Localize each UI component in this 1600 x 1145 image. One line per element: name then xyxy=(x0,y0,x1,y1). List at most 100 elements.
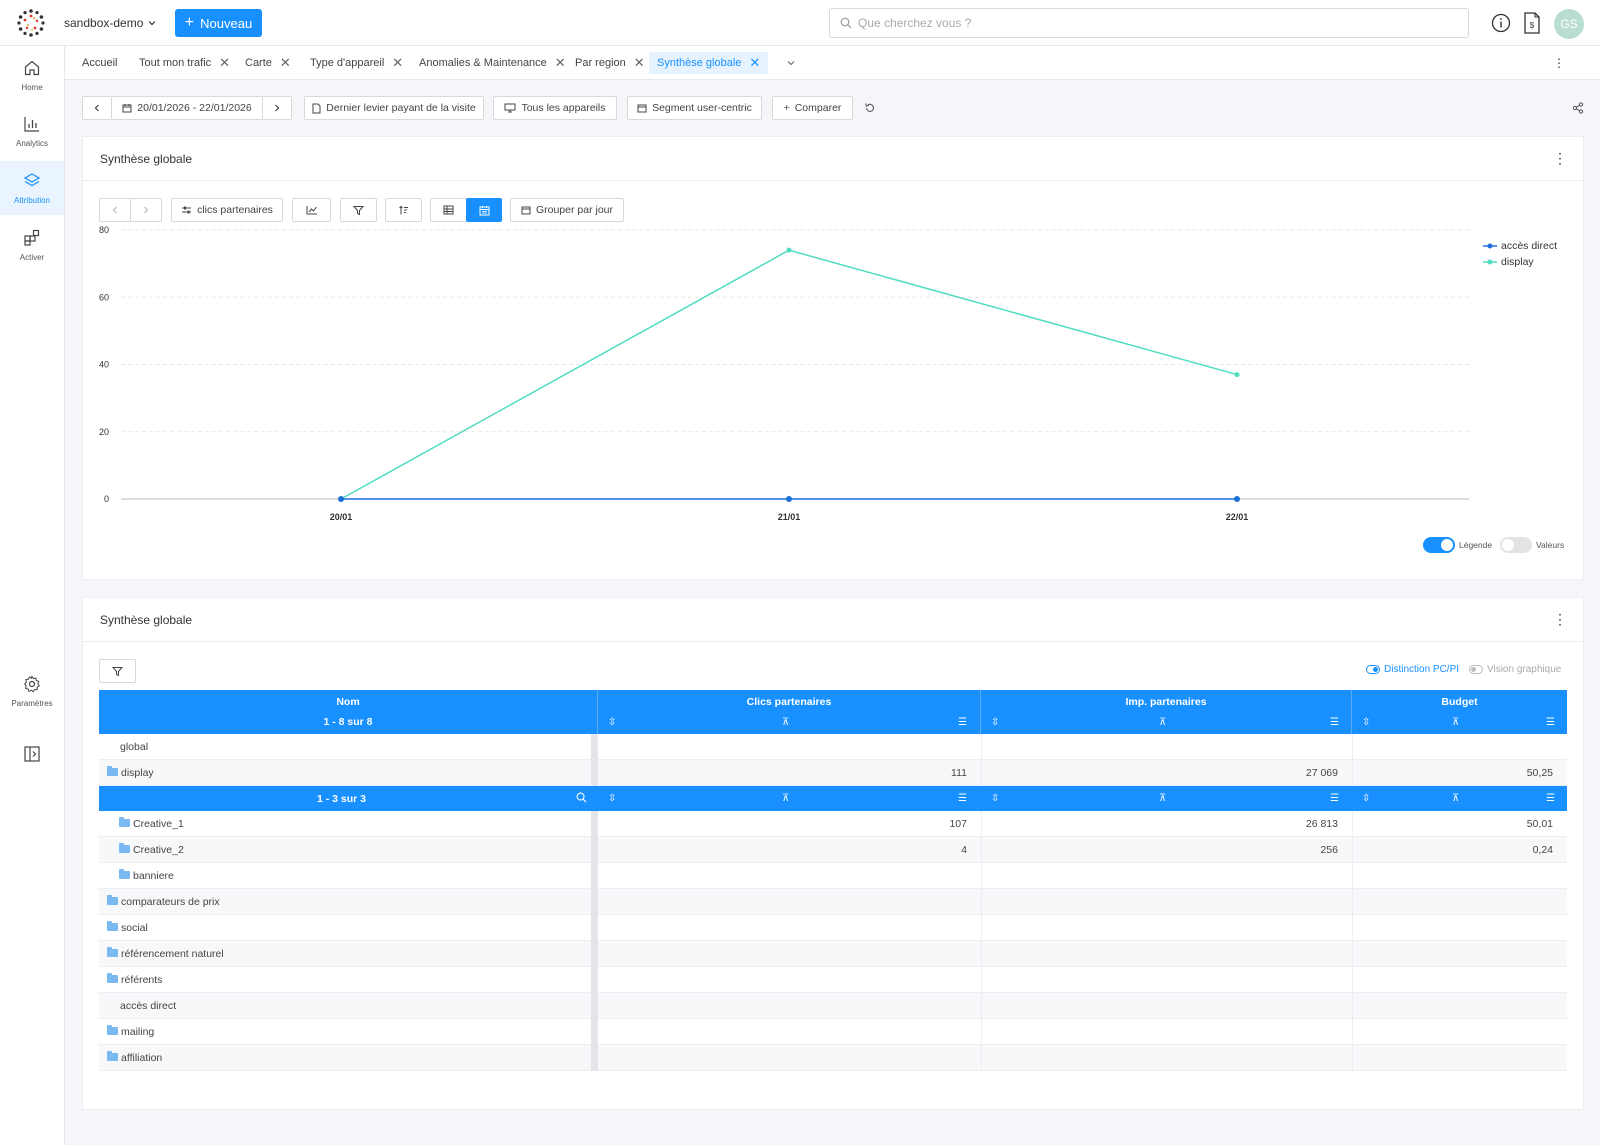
close-icon[interactable]: ✕ xyxy=(219,55,230,71)
imp-cell xyxy=(981,863,1352,889)
close-icon[interactable]: ✕ xyxy=(749,55,760,71)
menu-icon[interactable]: ☰ xyxy=(1546,717,1555,728)
table-row[interactable]: référencement naturel xyxy=(99,941,1567,967)
column-header-clics[interactable]: Clics partenaires ⇳ ⊼ ☰ xyxy=(598,690,981,734)
reset-button[interactable] xyxy=(860,96,880,120)
chevron-left-icon xyxy=(112,206,117,214)
menu-icon[interactable]: ☰ xyxy=(958,793,967,804)
legend-item-display[interactable]: display xyxy=(1483,254,1557,270)
filter-icon xyxy=(353,205,364,215)
table-row[interactable]: Creative_2 4 256 0,24 xyxy=(99,837,1567,863)
sidebar-item-analytics[interactable]: Analytics xyxy=(0,104,64,158)
brand-logo[interactable] xyxy=(16,8,46,38)
search-input[interactable] xyxy=(858,16,1438,30)
table-row[interactable]: banniere xyxy=(99,863,1567,889)
budget-cell xyxy=(1352,915,1567,941)
table-row[interactable]: display 111 27 069 50,25 xyxy=(99,760,1567,786)
search-icon[interactable] xyxy=(576,792,587,806)
menu-icon[interactable]: ☰ xyxy=(1330,717,1339,728)
column-header-imp[interactable]: Imp. partenaires ⇳ ⊼ ☰ xyxy=(981,690,1352,734)
pin-icon[interactable]: ⊼ xyxy=(1159,717,1166,728)
chevron-down-icon xyxy=(787,61,795,66)
close-icon[interactable]: ✕ xyxy=(392,55,403,71)
table-row[interactable]: référents xyxy=(99,967,1567,993)
column-header-budget[interactable]: Budget ⇳ ⊼ ☰ xyxy=(1352,690,1567,734)
tab-tout-mon-trafic[interactable]: Tout mon trafic ✕ xyxy=(131,52,238,74)
table-row[interactable]: global xyxy=(99,734,1567,760)
share-button[interactable] xyxy=(1568,96,1588,120)
legend-item-acces-direct[interactable]: accès direct xyxy=(1483,238,1557,254)
pin-icon[interactable]: ⊼ xyxy=(1452,793,1459,804)
kebab-icon[interactable]: ⋮ xyxy=(1553,611,1567,628)
panel-collapse-icon xyxy=(24,746,40,762)
menu-icon[interactable]: ☰ xyxy=(1330,793,1339,804)
date-next-button[interactable] xyxy=(262,96,292,120)
sidebar-item-label: Paramètres xyxy=(11,698,53,708)
legend-toggle[interactable] xyxy=(1423,537,1455,553)
tab-anomalies[interactable]: Anomalies & Maintenance ✕ xyxy=(411,52,574,74)
invoice-icon[interactable]: $ xyxy=(1521,12,1543,34)
pin-icon[interactable]: ⊼ xyxy=(782,717,789,728)
table-row[interactable]: mailing xyxy=(99,1019,1567,1045)
close-icon[interactable]: ✕ xyxy=(555,55,566,71)
close-icon[interactable]: ✕ xyxy=(280,55,291,71)
menu-icon[interactable]: ☰ xyxy=(958,717,967,728)
sidebar-collapse-button[interactable] xyxy=(0,739,64,769)
sort-icon[interactable]: ⇳ xyxy=(608,793,616,804)
segment-label: Segment user-centric xyxy=(652,102,752,114)
distinction-toggle[interactable]: Distinction PC/PI xyxy=(1366,664,1459,675)
tabs-menu-button[interactable]: ⋮ xyxy=(1545,52,1573,74)
x-tick-label: 22/01 xyxy=(1226,512,1249,522)
calendar-icon xyxy=(122,104,132,113)
workspace-selector[interactable]: sandbox-demo xyxy=(64,16,157,30)
values-toggle[interactable] xyxy=(1500,537,1532,553)
search-box[interactable] xyxy=(829,8,1469,38)
sidebar-item-attribution[interactable]: Attribution xyxy=(0,161,64,215)
tab-type-appareil[interactable]: Type d'appareil ✕ xyxy=(302,52,411,74)
clics-cell xyxy=(598,915,981,941)
tab-par-region[interactable]: Par region ✕ xyxy=(567,52,653,74)
table-filter-button[interactable] xyxy=(99,659,136,683)
pin-icon[interactable]: ⊼ xyxy=(1452,717,1459,728)
table-row[interactable]: affiliation xyxy=(99,1045,1567,1071)
table-row[interactable]: social xyxy=(99,915,1567,941)
y-tick-label: 60 xyxy=(99,292,109,302)
devices-button[interactable]: Tous les appareils xyxy=(493,96,617,120)
tab-carte[interactable]: Carte ✕ xyxy=(237,52,299,74)
info-icon[interactable] xyxy=(1490,12,1512,34)
new-button[interactable]: + Nouveau xyxy=(175,9,262,37)
segment-button[interactable]: Segment user-centric xyxy=(627,96,762,120)
sort-icon[interactable]: ⇳ xyxy=(991,793,999,804)
series-line xyxy=(340,249,1238,500)
pin-icon[interactable]: ⊼ xyxy=(1159,793,1166,804)
row-name: global xyxy=(120,741,149,753)
sidebar-item-settings[interactable]: Paramètres xyxy=(0,664,64,718)
sort-icon[interactable]: ⇳ xyxy=(1362,717,1370,728)
sort-icon[interactable]: ⇳ xyxy=(1362,793,1370,804)
table-row[interactable]: Creative_1 107 26 813 50,01 xyxy=(99,811,1567,837)
column-header-nom[interactable]: Nom 1 - 8 sur 8 xyxy=(99,690,598,734)
date-prev-button[interactable] xyxy=(82,96,112,120)
close-icon[interactable]: ✕ xyxy=(634,55,645,71)
table-row[interactable]: comparateurs de prix xyxy=(99,889,1567,915)
pin-icon[interactable]: ⊼ xyxy=(782,793,789,804)
sort-icon[interactable]: ⇳ xyxy=(991,717,999,728)
kebab-icon[interactable]: ⋮ xyxy=(1553,150,1567,167)
row-name: Creative_1 xyxy=(133,818,184,830)
tab-synthese-globale[interactable]: Synthèse globale ✕ xyxy=(649,52,769,74)
imp-cell xyxy=(981,1045,1352,1071)
new-button-label: Nouveau xyxy=(200,15,253,31)
row-name-cell: Creative_1 xyxy=(119,811,598,837)
attribution-model-button[interactable]: Dernier levier payant de la visite xyxy=(304,96,484,120)
menu-icon[interactable]: ☰ xyxy=(1546,793,1555,804)
tabs-overflow-dropdown[interactable] xyxy=(778,52,804,74)
compare-button[interactable]: + Comparer xyxy=(772,96,853,120)
table-row[interactable]: accès direct xyxy=(99,993,1567,1019)
sidebar-item-activer[interactable]: Activer xyxy=(0,218,64,272)
avatar[interactable]: GS xyxy=(1554,9,1584,39)
vision-toggle[interactable]: Vision graphique xyxy=(1469,664,1561,675)
sort-icon[interactable]: ⇳ xyxy=(608,717,616,728)
sidebar-item-home[interactable]: Home xyxy=(0,48,64,102)
date-range-picker[interactable]: 20/01/2026 - 22/01/2026 xyxy=(111,96,263,120)
tab-accueil[interactable]: Accueil xyxy=(74,52,125,74)
